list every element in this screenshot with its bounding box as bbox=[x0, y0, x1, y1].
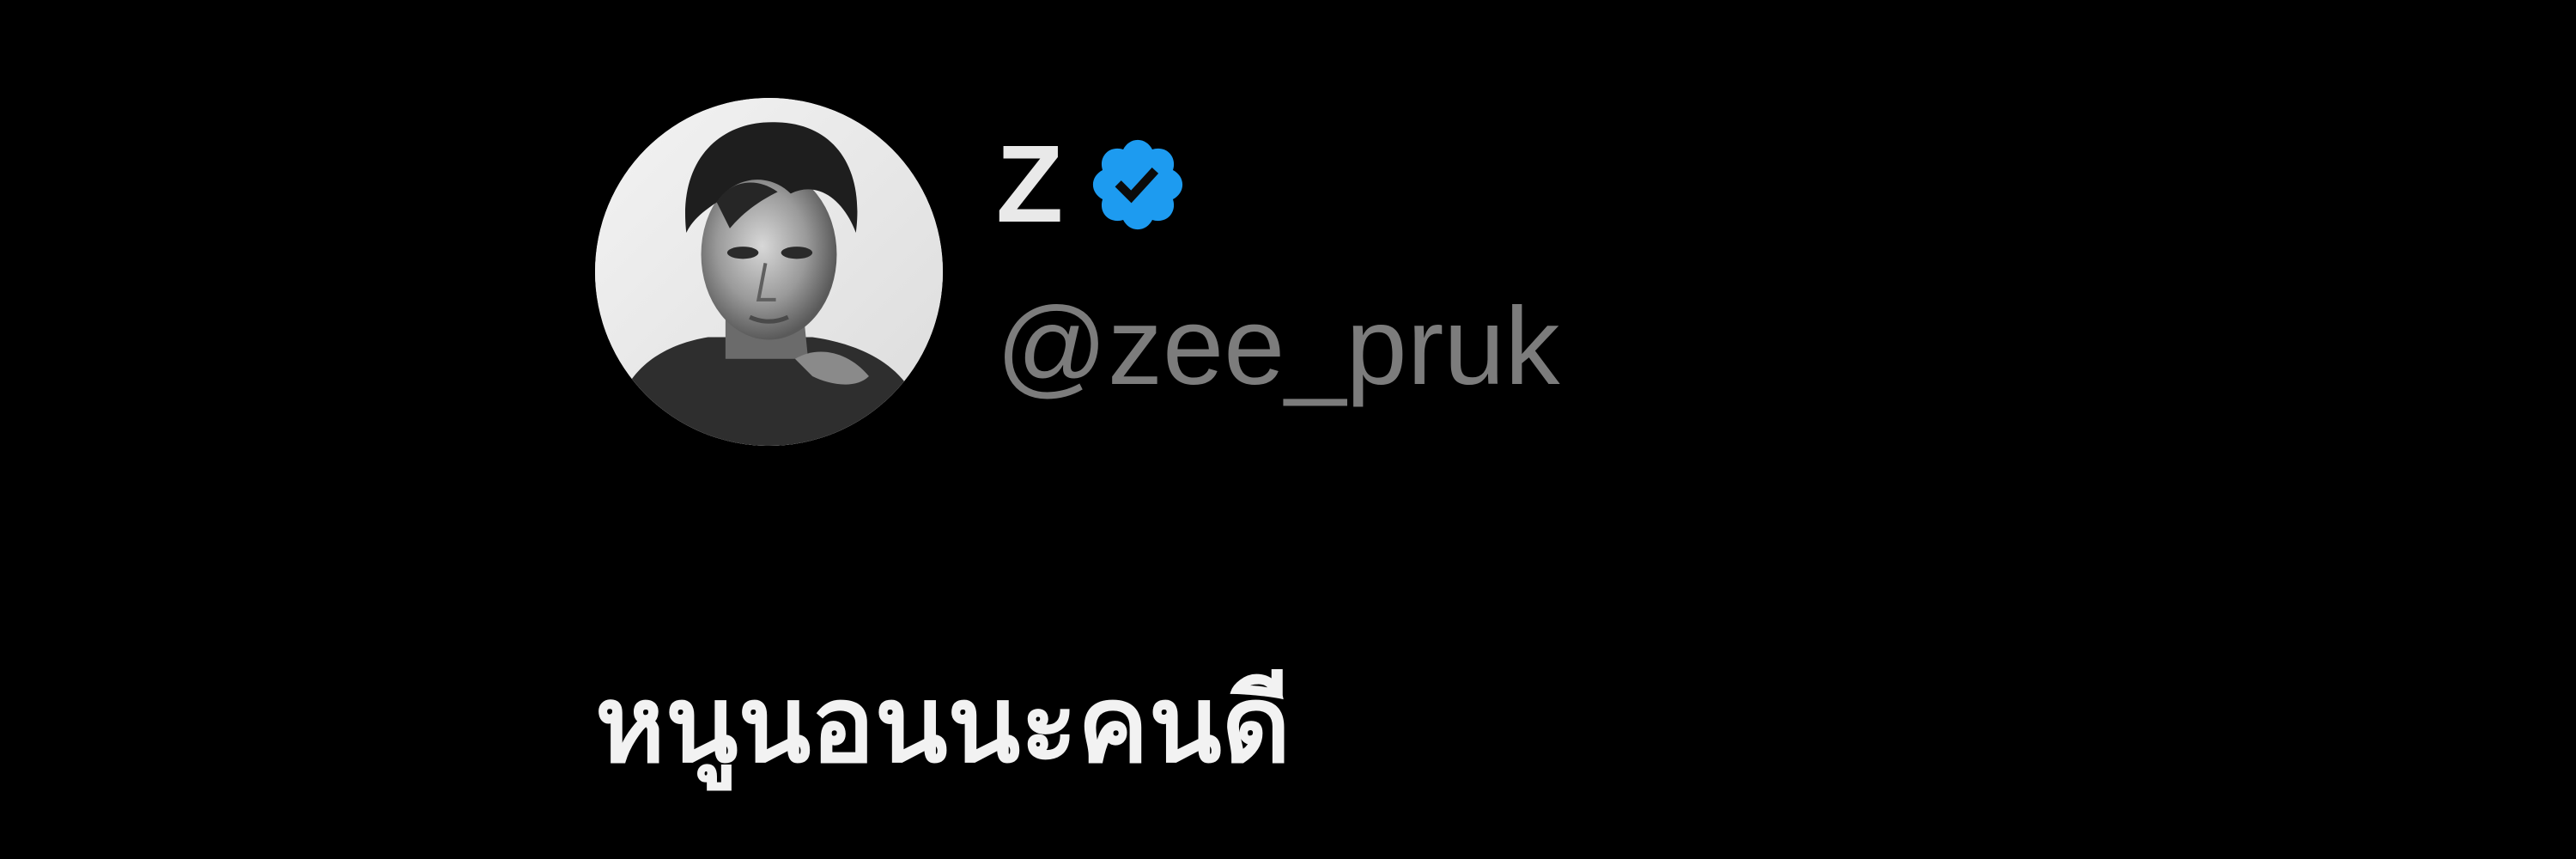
user-handle[interactable]: @zee_pruk bbox=[996, 292, 1560, 402]
avatar-image bbox=[595, 98, 943, 446]
avatar[interactable] bbox=[595, 98, 943, 446]
tweet-text: หนูนอนนะคนดี bbox=[595, 666, 1291, 784]
display-name[interactable]: Z bbox=[996, 130, 1063, 240]
verified-badge-icon bbox=[1085, 132, 1190, 237]
display-name-row: Z bbox=[996, 129, 1190, 241]
